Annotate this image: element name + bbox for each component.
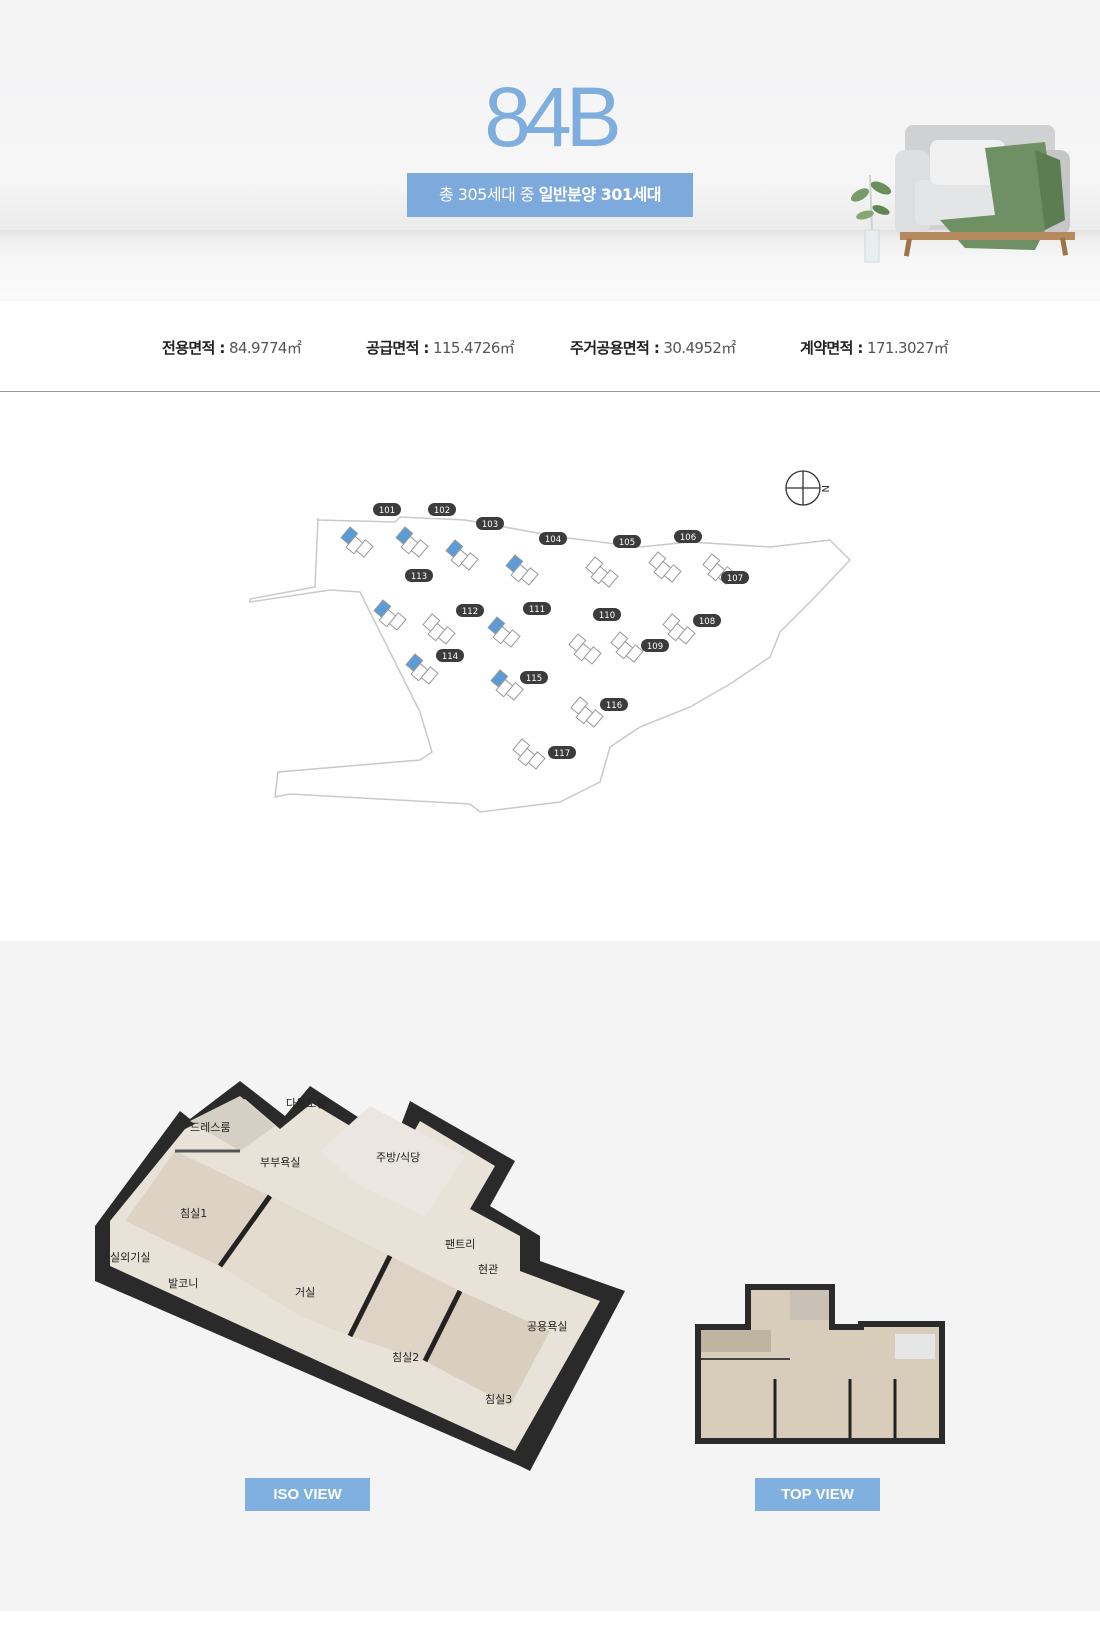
area-label: 계약면적 : [800,339,863,357]
compass-label: N [819,485,830,492]
building-number: 102 [434,506,450,516]
building-number: 101 [379,506,395,516]
room-label: 현관 [478,1263,498,1276]
top-floor-plan [695,1284,945,1444]
building-number: 114 [442,652,458,662]
iso-view-button[interactable]: ISO VIEW [245,1478,370,1511]
room-label: 드레스룸 [190,1121,230,1134]
area-value: 84.9774㎡ [224,339,302,357]
armchair-illustration [850,125,1075,263]
unit-count-badge: 총 305세대 중 일반분양 301세대 [407,173,693,217]
building-number: 117 [554,749,570,759]
building-number: 113 [411,572,427,582]
room-label: 거실 [295,1286,315,1299]
room-label: 부부욕실 [260,1156,300,1169]
building-number: 103 [482,520,498,530]
room-label: 침실3 [485,1393,512,1406]
badge-prefix: 총 305세대 중 [439,185,539,204]
room-label: 다용도실 [286,1097,326,1110]
room-label: 침실2 [392,1351,419,1364]
floor-plan-section: 다용도실 드레스룸 부부욕실 주방/식당 침실1 팬트리 현관 실외기실 발코니… [0,941,1100,1611]
building-number: 108 [699,617,715,627]
exclusive-area: 전용면적 : 84.9774㎡ [162,337,302,358]
building-number: 106 [680,533,696,543]
room-label: 실외기실 [110,1251,150,1264]
building-number: 107 [727,574,743,584]
building-number: 111 [529,605,545,615]
area-value: 30.4952㎡ [659,339,736,357]
area-label: 전용면적 : [162,339,225,357]
site-boundary [249,516,852,813]
room-label: 주방/식당 [376,1151,420,1164]
site-plan: N 101 102 103 104 105 106 107 108 109 110 111 112 11… [0,392,1100,941]
area-label: 공급면적 : [366,339,429,357]
building-number: 110 [599,611,615,621]
common-area: 주거공용면적 : 30.4952㎡ [570,337,736,358]
iso-floor-plan: 다용도실 드레스룸 부부욕실 주방/식당 침실1 팬트리 현관 실외기실 발코니… [95,1081,625,1471]
room-label: 발코니 [168,1277,198,1290]
compass-icon: N [785,470,830,506]
room-label: 공용욕실 [527,1320,567,1333]
building-number: 104 [545,535,561,545]
badge-strong: 일반분양 301세대 [538,185,662,204]
building-number: 115 [526,674,542,684]
area-value: 115.4726㎡ [428,339,515,357]
site-plan-map: N 101 102 103 104 105 106 107 108 109 110 111 112 11… [249,470,852,813]
building-number: 105 [619,538,635,548]
supply-area: 공급면적 : 115.4726㎡ [366,337,515,358]
building-number: 109 [647,642,663,652]
building-number: 116 [606,701,622,711]
area-label: 주거공용면적 : [570,339,660,357]
room-label: 팬트리 [445,1238,475,1251]
room-label: 침실1 [180,1207,207,1220]
area-summary: 전용면적 : 84.9774㎡ 공급면적 : 115.4726㎡ 주거공용면적 … [0,301,1100,392]
area-value: 171.3027㎡ [862,339,949,357]
building-number: 112 [462,607,478,617]
contract-area: 계약면적 : 171.3027㎡ [800,337,949,358]
top-view-button[interactable]: TOP VIEW [755,1478,880,1511]
hero-banner: 84B 총 305세대 중 일반분양 301세대 [0,0,1100,301]
page: 84B 총 305세대 중 일반분양 301세대 전용면적: 84.9774㎡… [0,0,1100,1648]
